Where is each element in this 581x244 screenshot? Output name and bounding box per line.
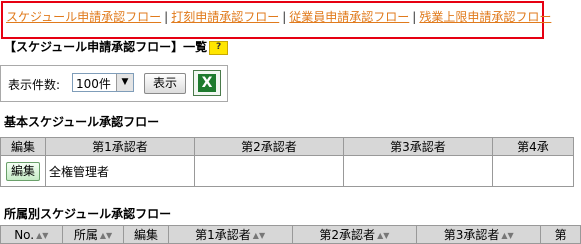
sort-icon[interactable]: ▲▼	[377, 231, 389, 240]
basic-flow-table: 編集 第1承認者 第2承認者 第3承認者 第4承 編集 全権管理者	[0, 137, 574, 187]
table-row: 編集 全権管理者	[0, 155, 574, 187]
display-count-label: 表示件数:	[8, 78, 61, 92]
col-header-no-label: No.	[14, 227, 35, 242]
show-button[interactable]: 表示	[144, 73, 186, 94]
col-header-approver-3: 第3承認者	[343, 137, 493, 156]
col-header-approver-3-label: 第3承認者	[443, 228, 500, 242]
link-overtime-flow[interactable]: 残業上限申請承認フロー	[419, 10, 551, 24]
nav-separator: |	[164, 10, 169, 24]
flow-type-nav: スケジュール申請承認フロー | 打刻申請承認フロー | 従業員申請承認フロー | 残業上限申…	[6, 9, 551, 25]
nav-separator: |	[282, 10, 287, 24]
col-header-dept-label: 所属	[73, 228, 98, 242]
sort-icon[interactable]: ▲▼	[501, 231, 513, 240]
display-controls: 表示件数: 100件 ▼ 表示 X	[0, 65, 228, 102]
link-punch-flow[interactable]: 打刻申請承認フロー	[171, 10, 279, 24]
display-count-value: 100件	[76, 77, 111, 91]
help-icon[interactable]: ?	[209, 40, 229, 55]
excel-icon[interactable]: X	[193, 70, 221, 96]
table-header-row: 編集 第1承認者 第2承認者 第3承認者 第4承	[0, 137, 574, 156]
col-header-edit: 編集	[0, 137, 46, 156]
sort-icon[interactable]: ▲▼	[100, 231, 112, 240]
col-header-approver-1-label: 第1承認者	[195, 228, 251, 242]
sort-icon[interactable]: ▲▼	[36, 231, 48, 240]
dept-flow-table: No. ▲▼ 所属 ▲▼ 編集 第1承認者 ▲▼ 第2承認者 ▲▼ 第3承認者 ▲▼ 第	[0, 225, 581, 244]
col-header-approver-4: 第4承	[492, 137, 574, 156]
approver-3-cell	[343, 155, 493, 187]
dropdown-arrow-icon[interactable]: ▼	[116, 74, 133, 91]
page-title-text: 【スケジュール申請承認フロー】一覧	[4, 40, 208, 54]
col-header-approver-2: 第2承認者	[194, 137, 344, 156]
approver-1-cell: 全権管理者	[45, 155, 195, 187]
display-count-select[interactable]: 100件 ▼	[72, 73, 134, 92]
excel-icon-glyph: X	[198, 74, 216, 92]
col-header-approver-1: 第1承認者	[45, 137, 195, 156]
col-header-approver-2-label: 第2承認者	[319, 228, 376, 242]
link-schedule-flow[interactable]: スケジュール申請承認フロー	[6, 10, 161, 24]
edit-cell: 編集	[0, 155, 46, 187]
approver-2-cell	[194, 155, 344, 187]
link-employee-flow[interactable]: 従業員申請承認フロー	[289, 10, 409, 24]
approver-4-cell	[492, 155, 574, 187]
dept-flow-title: 所属別スケジュール承認フロー	[4, 207, 172, 221]
sort-icon[interactable]: ▲▼	[253, 231, 265, 240]
page-title: 【スケジュール申請承認フロー】一覧?	[4, 38, 229, 55]
edit-button[interactable]: 編集	[6, 161, 40, 181]
basic-flow-title: 基本スケジュール承認フロー	[4, 115, 160, 129]
nav-separator: |	[412, 10, 417, 24]
